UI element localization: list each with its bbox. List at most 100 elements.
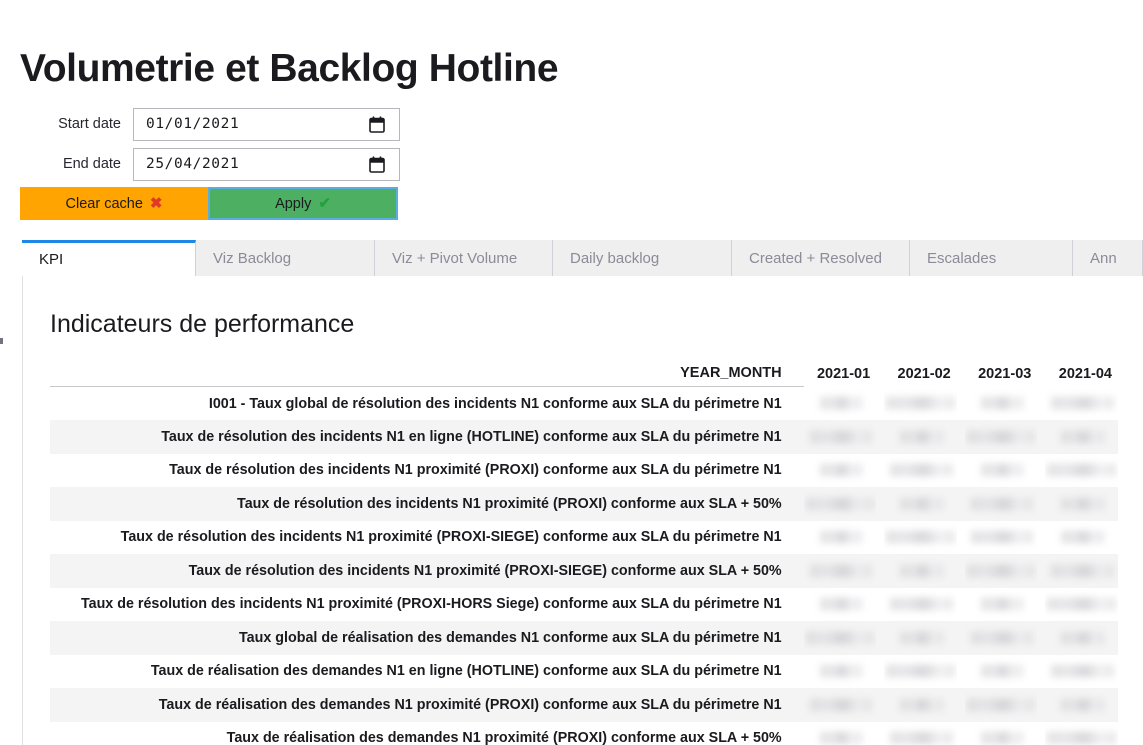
cell-spacer [956,621,965,655]
tab-escalades-label: Escalades [927,249,997,267]
kpi-value-redacted [803,554,877,588]
kpi-value-redacted [964,554,1038,588]
apply-button[interactable]: Apply ✔ [208,187,398,220]
clear-cache-label: Clear cache [65,195,143,212]
kpi-value-redacted [965,521,1038,555]
kpi-value-redacted [964,487,1038,521]
start-date-input[interactable]: 01/01/2021 [133,107,400,141]
cell-spacer [876,487,885,521]
kpi-value-redacted [964,420,1038,454]
kpi-label: Taux global de réalisation des demandes … [50,621,804,655]
column-header-2021-04: 2021-04 [1058,365,1112,382]
cell-spacer [957,655,965,689]
table-row: Taux de résolution des incidents N1 prox… [50,554,1118,588]
tab-bar: KPI Viz Backlog Viz + Pivot Volume Daily… [22,240,1143,276]
app-root: Volumetrie et Backlog Hotline Start date… [0,0,1143,745]
tab-created-resolved[interactable]: Created + Resolved [732,240,910,276]
kpi-value-redacted [884,487,957,521]
kpi-value-redacted [884,621,957,655]
kpi-value-redacted [884,588,957,622]
kpi-value-redacted [1045,454,1118,488]
edge-artifact [0,338,3,344]
end-date-input[interactable]: 25/04/2021 [133,147,400,181]
start-date-value: 01/01/2021 [146,116,240,132]
page-title: Volumetrie et Backlog Hotline [20,47,559,90]
cell-spacer [956,554,965,588]
kpi-value-redacted [1045,588,1118,622]
table-row: Taux de résolution des incidents N1 prox… [50,487,1118,521]
kpi-value-redacted [803,487,877,521]
table-row: Taux de réalisation des demandes N1 prox… [50,722,1118,745]
filter-actions: Clear cache ✖ Apply ✔ [20,187,400,220]
kpi-value-redacted [884,722,957,745]
tab-kpi[interactable]: KPI [22,240,196,276]
kpi-value-redacted [1045,688,1118,722]
kpi-value-redacted [804,655,877,689]
kpi-label: Taux de réalisation des demandes N1 prox… [226,730,782,745]
table-row: I001 - Taux global de résolution des inc… [50,387,1118,421]
cell-spacer [1037,554,1046,588]
kpi-value-redacted [1045,655,1118,689]
kpi-value-redacted [965,655,1038,689]
kpi-table-head: YEAR_MONTH 2021-01 2021-02 2021-03 2021-… [50,354,1118,387]
end-date-value: 25/04/2021 [146,156,240,172]
cell-spacer [876,554,885,588]
cell-spacer [1037,521,1045,555]
cell-spacer [876,655,884,689]
section-title: Indicateurs de performance [50,310,355,338]
kpi-value-redacted [965,722,1038,745]
apply-label: Apply [275,195,312,212]
kpi-value-redacted [965,588,1038,622]
tab-viz-pivot-volume-label: Viz + Pivot Volume [392,249,518,267]
calendar-icon[interactable] [369,115,385,133]
tab-daily-backlog-label: Daily backlog [570,249,660,267]
kpi-value-redacted [1045,521,1118,555]
tab-viz-backlog[interactable]: Viz Backlog [196,240,375,276]
cell-spacer [876,454,884,488]
column-spacer [876,354,884,387]
tab-daily-backlog[interactable]: Daily backlog [553,240,732,276]
kpi-value-redacted [884,420,957,454]
cell-spacer [876,521,884,555]
kpi-value-redacted [964,621,1038,655]
kpi-label: Taux de réalisation des demandes N1 prox… [50,688,804,722]
kpi-label: I001 - Taux global de résolution des inc… [208,395,782,412]
kpi-label: Taux de résolution des incidents N1 prox… [80,596,782,613]
kpi-value-redacted [804,454,877,488]
kpi-table: YEAR_MONTH 2021-01 2021-02 2021-03 2021-… [50,354,1118,745]
kpi-value-redacted [1045,420,1118,454]
kpi-value-redacted [884,554,957,588]
tab-viz-pivot-volume[interactable]: Viz + Pivot Volume [375,240,553,276]
cell-spacer [876,588,884,622]
kpi-value-redacted [803,420,877,454]
kpi-label: Taux de résolution des incidents N1 prox… [50,554,804,588]
check-mark-icon: ✔ [318,195,331,212]
cell-spacer [956,688,965,722]
kpi-value-redacted [804,521,877,555]
kpi-value-redacted [1045,722,1118,745]
cell-spacer [1037,621,1046,655]
cell-spacer [957,588,965,622]
cell-spacer [1037,487,1046,521]
clear-cache-button[interactable]: Clear cache ✖ [20,187,208,220]
kpi-label: Taux de résolution des incidents N1 en l… [50,420,804,454]
kpi-value-redacted [964,688,1038,722]
cell-spacer [1037,420,1046,454]
kpi-label: Taux de réalisation des demandes N1 en l… [150,663,782,680]
kpi-value-redacted [884,454,957,488]
kpi-value-redacted [1045,487,1118,521]
cell-spacer [1037,722,1045,745]
kpi-label: Taux de résolution des incidents N1 prox… [120,529,782,546]
tab-escalades[interactable]: Escalades [910,240,1073,276]
column-header-2021-02: 2021-02 [897,365,951,382]
kpi-value-redacted [884,688,957,722]
tab-annexes[interactable]: Ann [1073,240,1143,276]
filters-panel: Start date 01/01/2021 End date 25/04/202… [20,107,400,220]
calendar-icon[interactable] [369,155,385,173]
table-row: Taux de résolution des incidents N1 prox… [50,454,1118,488]
end-date-label: End date [62,156,121,172]
kpi-value-redacted [803,688,877,722]
column-header-2021-01: 2021-01 [816,365,871,382]
table-row: Taux de résolution des incidents N1 prox… [50,521,1118,555]
kpi-tab-panel: Indicateurs de performance YEAR_MONTH 20… [22,276,1143,745]
